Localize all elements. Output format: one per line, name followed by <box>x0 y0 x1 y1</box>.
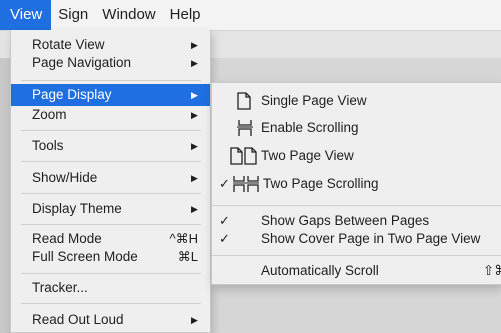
menu-separator <box>21 273 201 274</box>
two-page-icon <box>230 147 258 173</box>
single-page-icon <box>237 92 251 118</box>
menu-item-zoom[interactable]: Zoom ▶ <box>11 105 210 125</box>
menu-item-tracker[interactable]: Tracker... <box>11 278 210 298</box>
menubar-window[interactable]: Window <box>95 0 162 30</box>
shortcut-label: ⌘L <box>177 249 198 264</box>
menu-bar: View Sign Window Help <box>0 0 501 31</box>
menu-item-label: Display Theme <box>32 201 122 216</box>
menu-separator <box>21 130 201 131</box>
submenu-item-automatically-scroll[interactable]: Automatically Scroll ⇧⌘ <box>212 259 501 283</box>
submenu-item-label: Automatically Scroll <box>261 263 379 278</box>
submenu-arrow-icon: ▶ <box>191 141 198 151</box>
menu-item-label: Page Navigation <box>32 55 132 70</box>
scrolling-page-icon <box>236 119 254 145</box>
submenu-item-two-page-scrolling[interactable]: ✓ Two Page Scrolling <box>212 172 501 196</box>
menu-item-rotate-view[interactable]: Rotate View ▶ <box>11 35 210 55</box>
menubar-view[interactable]: View <box>0 0 52 30</box>
submenu-item-single-page-view[interactable]: Single Page View <box>212 89 501 113</box>
checkmark-icon: ✓ <box>219 176 230 191</box>
submenu-item-label: Show Cover Page in Two Page View <box>261 231 481 246</box>
menu-item-label: Tracker... <box>32 280 88 295</box>
menu-item-read-out-loud[interactable]: Read Out Loud ▶ <box>11 310 210 330</box>
submenu-arrow-icon: ▶ <box>191 40 198 50</box>
menu-separator <box>21 303 201 304</box>
view-menu: Rotate View ▶ Page Navigation ▶ Page Dis… <box>10 30 211 333</box>
submenu-item-label: Single Page View <box>261 93 367 108</box>
page-display-submenu: Single Page View Enable Scrolling Two Pa… <box>211 82 501 285</box>
submenu-arrow-icon: ▶ <box>191 110 198 120</box>
menu-item-read-mode[interactable]: Read Mode ^⌘H <box>11 229 210 249</box>
menu-item-label: Read Out Loud <box>32 312 124 327</box>
menu-separator <box>21 224 201 225</box>
submenu-arrow-icon: ▶ <box>191 173 198 183</box>
submenu-item-two-page-view[interactable]: Two Page View <box>212 144 501 168</box>
shortcut-label: ^⌘H <box>169 231 199 246</box>
submenu-item-enable-scrolling[interactable]: Enable Scrolling <box>212 116 501 140</box>
menubar-sign[interactable]: Sign <box>51 0 95 30</box>
menubar-help[interactable]: Help <box>163 0 208 30</box>
submenu-arrow-icon: ▶ <box>191 204 198 214</box>
menu-item-full-screen-mode[interactable]: Full Screen Mode ⌘L <box>11 247 210 267</box>
menu-item-label: Tools <box>32 138 64 153</box>
checkmark-icon: ✓ <box>219 231 230 246</box>
submenu-item-label: Enable Scrolling <box>261 120 359 135</box>
menu-item-show-hide[interactable]: Show/Hide ▶ <box>11 168 210 188</box>
menu-item-page-display[interactable]: Page Display ▶ <box>11 84 210 106</box>
menu-separator <box>21 80 201 81</box>
submenu-arrow-icon: ▶ <box>191 315 198 325</box>
submenu-arrow-icon: ▶ <box>191 90 198 100</box>
menu-item-label: Page Display <box>32 87 112 102</box>
two-page-scrolling-icon <box>232 175 260 201</box>
menu-item-page-navigation[interactable]: Page Navigation ▶ <box>11 53 210 73</box>
submenu-item-show-cover-page[interactable]: ✓ Show Cover Page in Two Page View <box>212 227 501 251</box>
menu-separator <box>21 193 201 194</box>
menu-separator <box>212 205 501 206</box>
menu-separator <box>21 161 201 162</box>
submenu-arrow-icon: ▶ <box>191 58 198 68</box>
menu-item-label: Rotate View <box>32 37 105 52</box>
shortcut-label: ⇧⌘ <box>483 263 501 278</box>
menu-item-label: Full Screen Mode <box>32 249 138 264</box>
submenu-item-label: Two Page View <box>261 148 354 163</box>
menu-item-display-theme[interactable]: Display Theme ▶ <box>11 199 210 219</box>
submenu-item-label: Two Page Scrolling <box>263 176 379 191</box>
menu-item-label: Read Mode <box>32 231 102 246</box>
menu-item-tools[interactable]: Tools ▶ <box>11 136 210 156</box>
menu-separator <box>212 255 501 256</box>
menu-item-label: Show/Hide <box>32 170 98 185</box>
menu-item-label: Zoom <box>32 107 67 122</box>
